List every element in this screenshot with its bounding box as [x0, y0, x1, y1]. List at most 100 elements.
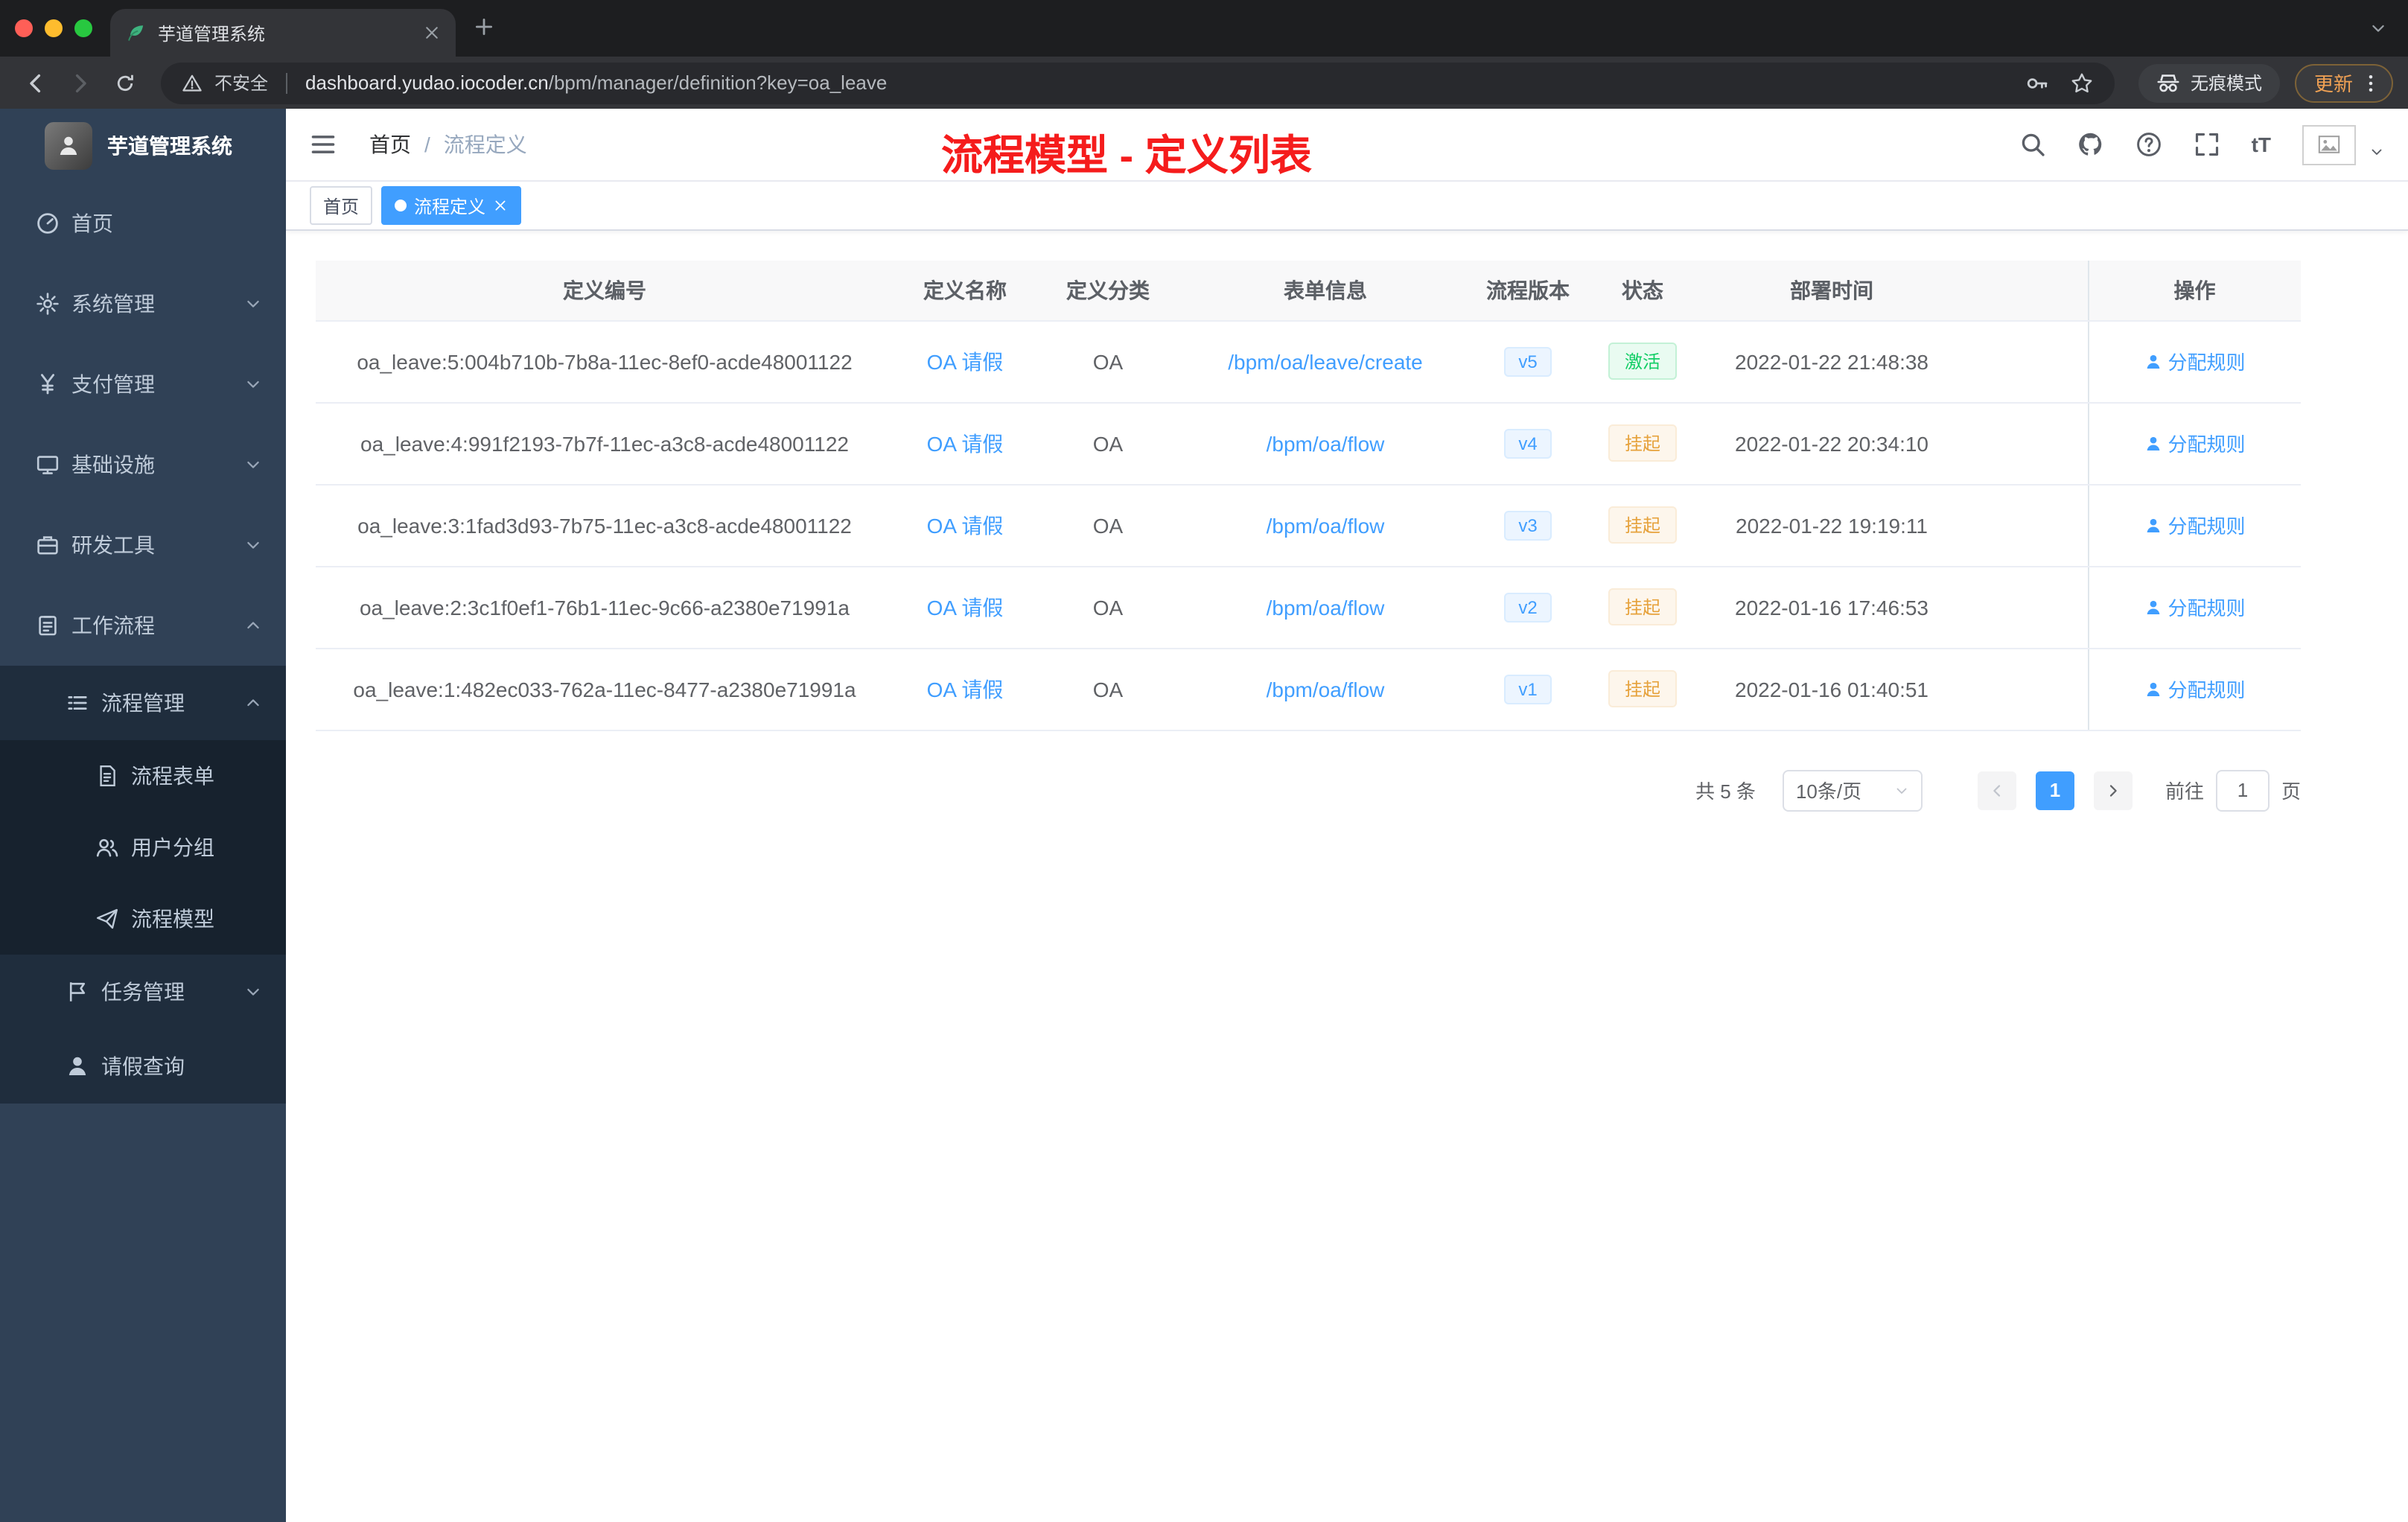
- cell-definition-id: oa_leave:5:004b710b-7b8a-11ec-8ef0-acde4…: [316, 320, 894, 403]
- reload-button[interactable]: [104, 62, 146, 104]
- cell-category: OA: [1036, 484, 1179, 567]
- next-page-button[interactable]: [2093, 771, 2133, 809]
- breadcrumb-separator: /: [424, 133, 430, 156]
- briefcase-icon: [36, 533, 60, 557]
- assign-rule-link[interactable]: 分配规则: [2144, 347, 2246, 375]
- sidebar-item-user-group[interactable]: 用户分组: [0, 812, 286, 883]
- form-info-link[interactable]: /bpm/oa/leave/create: [1228, 349, 1423, 373]
- status-badge: 挂起: [1608, 588, 1677, 625]
- person-icon: [2144, 598, 2162, 616]
- sidebar-item-infrastructure[interactable]: 基础设施: [0, 424, 286, 505]
- breadcrumb-home[interactable]: 首页: [369, 130, 411, 159]
- cell-version: v4: [1471, 402, 1584, 485]
- cell-definition-name: OA 请假: [894, 566, 1036, 649]
- form-info-link[interactable]: /bpm/oa/flow: [1267, 431, 1385, 455]
- search-icon[interactable]: [2019, 131, 2046, 158]
- browser-menu-update-button[interactable]: 更新: [2294, 63, 2393, 102]
- page-unit-label: 页: [2281, 780, 2301, 803]
- assign-rule-link[interactable]: 分配规则: [2144, 593, 2246, 621]
- status-badge: 挂起: [1608, 670, 1677, 707]
- omnibox-icons: [2025, 71, 2094, 95]
- font-size-icon[interactable]: tT: [2252, 133, 2271, 156]
- clipboard-icon: [36, 614, 60, 637]
- avatar-caret-down-icon[interactable]: [2369, 144, 2384, 159]
- active-tag-dot: [395, 200, 407, 211]
- bookmark-star-icon[interactable]: [2070, 71, 2094, 95]
- person-icon: [2144, 434, 2162, 452]
- form-info-link[interactable]: /bpm/oa/flow: [1267, 513, 1385, 537]
- kebab-menu-icon[interactable]: [2360, 72, 2381, 93]
- table-row: oa_leave:1:482ec033-762a-11ec-8477-a2380…: [316, 648, 2301, 730]
- cell-actions: 分配规则: [2087, 566, 2301, 649]
- cell-actions: 分配规则: [2087, 320, 2301, 403]
- definition-name-link[interactable]: OA 请假: [927, 431, 1004, 455]
- tab-close-icon[interactable]: [423, 24, 441, 42]
- close-window-button[interactable]: [15, 19, 33, 37]
- definition-name-link[interactable]: OA 请假: [927, 595, 1004, 619]
- person-icon: [2144, 680, 2162, 698]
- help-question-icon[interactable]: [2135, 131, 2162, 158]
- address-bar[interactable]: 不安全 dashboard.yudao.iocoder.cn/bpm/manag…: [161, 62, 2115, 104]
- sidebar-item-leave-query[interactable]: 请假查询: [0, 1029, 286, 1104]
- tab-search-chevron-icon[interactable]: [2369, 19, 2387, 37]
- assign-rule-link[interactable]: 分配规则: [2144, 511, 2246, 539]
- form-info-link[interactable]: /bpm/oa/flow: [1267, 595, 1385, 619]
- zoom-window-button[interactable]: [74, 19, 92, 37]
- browser-toolbar: 不安全 dashboard.yudao.iocoder.cn/bpm/manag…: [0, 57, 2408, 109]
- sidebar-item-dev-tools[interactable]: 研发工具: [0, 505, 286, 585]
- pagination: 共 5 条 10条/页 1 前往 页: [316, 769, 2301, 811]
- url-text: dashboard.yudao.iocoder.cn/bpm/manager/d…: [305, 71, 2013, 94]
- chevron-down-icon: [244, 375, 262, 393]
- navbar-right-icons: tT: [2019, 124, 2384, 165]
- cell-form-info: /bpm/oa/flow: [1179, 402, 1471, 485]
- cell-version: v3: [1471, 484, 1584, 567]
- goto-page-input[interactable]: [2215, 769, 2270, 811]
- tab-favicon-leaf-icon: [125, 22, 146, 43]
- fullscreen-icon[interactable]: [2194, 131, 2220, 158]
- form-info-link[interactable]: /bpm/oa/flow: [1267, 677, 1385, 701]
- new-tab-button[interactable]: [474, 16, 494, 37]
- sidebar-item-workflow[interactable]: 工作流程: [0, 585, 286, 666]
- page-size-select[interactable]: 10条/页: [1782, 769, 1923, 811]
- prev-page-button[interactable]: [1977, 771, 2016, 809]
- security-label[interactable]: 不安全: [214, 70, 268, 95]
- cell-category: OA: [1036, 402, 1179, 485]
- sidebar-toggle-hamburger-icon[interactable]: [310, 131, 337, 158]
- password-key-icon[interactable]: [2025, 71, 2049, 95]
- header-version: 流程版本: [1471, 261, 1584, 321]
- assign-rule-link[interactable]: 分配规则: [2144, 429, 2246, 457]
- current-page-button[interactable]: 1: [2035, 771, 2074, 809]
- minimize-window-button[interactable]: [45, 19, 63, 37]
- sidebar-item-process-management[interactable]: 流程管理: [0, 666, 286, 740]
- cell-form-info: /bpm/oa/flow: [1179, 484, 1471, 567]
- list-icon: [66, 691, 89, 715]
- tag-home[interactable]: 首页: [310, 186, 373, 225]
- definition-name-link[interactable]: OA 请假: [927, 677, 1004, 701]
- tag-close-icon[interactable]: [493, 198, 508, 213]
- sidebar-item-system-management[interactable]: 系统管理: [0, 264, 286, 344]
- cell-spacer: [1963, 320, 2088, 403]
- forward-button[interactable]: [60, 62, 101, 104]
- cell-status: 挂起: [1584, 566, 1701, 649]
- definition-name-link[interactable]: OA 请假: [927, 513, 1004, 537]
- sidebar-item-process-form[interactable]: 流程表单: [0, 740, 286, 812]
- incognito-badge: 无痕模式: [2138, 63, 2280, 102]
- github-icon[interactable]: [2077, 131, 2104, 158]
- sidebar-item-home[interactable]: 首页: [0, 183, 286, 264]
- tag-process-definition[interactable]: 流程定义: [381, 186, 522, 225]
- sidebar-item-task-management[interactable]: 任务管理: [0, 955, 286, 1029]
- browser-tab[interactable]: 芋道管理系统: [110, 9, 456, 57]
- cell-actions: 分配规则: [2087, 402, 2301, 485]
- sidebar-item-process-model[interactable]: 流程模型: [0, 883, 286, 955]
- status-badge: 激活: [1608, 343, 1677, 380]
- sidebar-logo-row[interactable]: 芋道管理系统: [0, 109, 286, 183]
- avatar[interactable]: [2302, 124, 2356, 165]
- header-spacer: [1963, 261, 2088, 321]
- cell-definition-name: OA 请假: [894, 648, 1036, 730]
- cell-form-info: /bpm/oa/leave/create: [1179, 320, 1471, 403]
- assign-rule-link[interactable]: 分配规则: [2144, 675, 2246, 703]
- back-button[interactable]: [15, 62, 57, 104]
- sidebar-item-payment-management[interactable]: 支付管理: [0, 344, 286, 424]
- yen-icon: [36, 372, 60, 396]
- definition-name-link[interactable]: OA 请假: [927, 349, 1004, 373]
